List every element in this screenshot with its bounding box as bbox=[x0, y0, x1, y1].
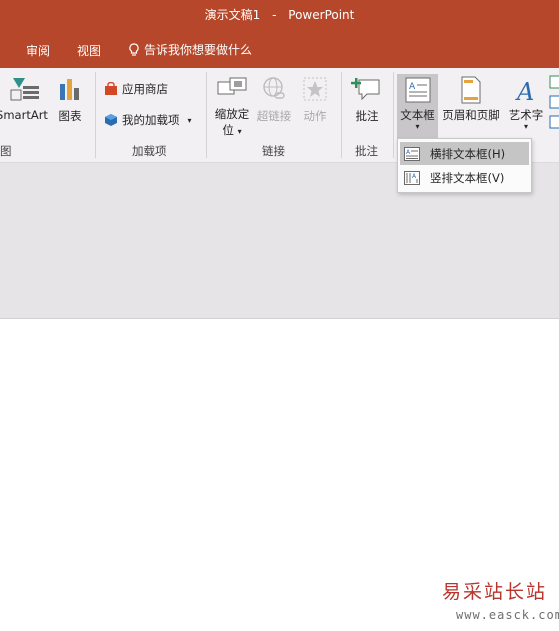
hyperlink-label: 超链接 bbox=[256, 109, 292, 123]
horizontal-textbox-icon: A bbox=[404, 146, 420, 161]
tell-me-text: 告诉我你想要做什么 bbox=[144, 43, 253, 57]
chart-label: 图表 bbox=[58, 109, 82, 123]
date-time-button[interactable] bbox=[549, 74, 559, 90]
horizontal-textbox-item[interactable]: A 横排文本框(H) bbox=[400, 142, 529, 165]
date-time-icon bbox=[549, 75, 559, 89]
store-bag-icon bbox=[105, 82, 117, 95]
wordart-icon: A bbox=[515, 78, 534, 106]
comment-label: 批注 bbox=[355, 109, 379, 123]
title-separator: - bbox=[272, 8, 277, 22]
header-footer-icon bbox=[461, 76, 481, 104]
comment-button[interactable]: 批注 bbox=[349, 76, 385, 124]
zoom-label-line1: 缩放定 bbox=[214, 107, 250, 121]
header-footer-label: 页眉和页脚 bbox=[442, 108, 500, 122]
addins-group-label: 加载项 bbox=[132, 144, 167, 158]
document-title: 演示文稿1 bbox=[204, 8, 261, 22]
textbox-dropdown-arrow-icon: ▾ bbox=[415, 122, 420, 131]
smartart-label: SmartArt bbox=[0, 108, 48, 122]
textbox-button[interactable]: A 文本框 ▾ bbox=[397, 74, 438, 140]
my-addins-label: 我的加载项 bbox=[122, 113, 180, 127]
group-divider bbox=[95, 72, 96, 158]
tab-view[interactable]: 视图 bbox=[77, 42, 101, 59]
my-addins-button[interactable]: 我的加载项 ▾ bbox=[104, 112, 192, 128]
object-icon bbox=[549, 115, 559, 129]
my-addins-dropdown-arrow-icon: ▾ bbox=[187, 115, 192, 125]
group-divider bbox=[393, 72, 394, 158]
zoom-dropdown-arrow-icon: ▾ bbox=[237, 127, 242, 136]
horizontal-textbox-label: 横排文本框(H) bbox=[430, 146, 506, 161]
chart-button[interactable]: 图表 bbox=[55, 76, 85, 124]
vertical-textbox-icon: A bbox=[404, 170, 420, 185]
site-watermark: 易采站长站 bbox=[442, 581, 548, 603]
zoom-button[interactable]: 缩放定 位 ▾ bbox=[212, 76, 252, 138]
chart-icon bbox=[60, 79, 79, 100]
svg-text:A: A bbox=[409, 82, 416, 92]
smartart-icon bbox=[10, 78, 39, 101]
action-button[interactable]: 动作 bbox=[298, 76, 332, 124]
group-divider bbox=[206, 72, 207, 158]
zoom-icon bbox=[217, 77, 247, 95]
window-title: 演示文稿1 - PowerPoint bbox=[0, 6, 559, 23]
wordart-dropdown-arrow-icon: ▾ bbox=[523, 122, 528, 131]
slide-number-icon bbox=[549, 95, 559, 109]
illustrations-group-label: 图 bbox=[0, 144, 12, 158]
app-name: PowerPoint bbox=[288, 8, 355, 22]
hyperlink-button[interactable]: 超链接 bbox=[255, 76, 293, 124]
vertical-textbox-label: 竖排文本框(V) bbox=[430, 170, 505, 185]
textbox-label: 文本框 bbox=[400, 108, 435, 122]
wordart-button[interactable]: A 艺术字 ▾ bbox=[505, 74, 547, 131]
textbox-icon: A bbox=[405, 77, 430, 103]
wordart-label: 艺术字 bbox=[508, 108, 544, 122]
site-watermark-url: www.easck.com bbox=[456, 608, 559, 622]
zoom-label-line2: 位 ▾ bbox=[222, 123, 242, 137]
action-label: 动作 bbox=[303, 109, 327, 123]
hyperlink-globe-icon bbox=[263, 77, 285, 99]
group-divider bbox=[341, 72, 342, 158]
lightbulb-icon bbox=[129, 42, 139, 56]
slide-number-button[interactable] bbox=[549, 94, 559, 110]
tab-review[interactable]: 审阅 bbox=[26, 42, 50, 59]
store-label: 应用商店 bbox=[122, 82, 168, 96]
object-button[interactable] bbox=[549, 114, 559, 130]
vertical-textbox-item[interactable]: A 竖排文本框(V) bbox=[400, 166, 529, 189]
new-comment-icon bbox=[351, 78, 380, 101]
title-bar: 演示文稿1 - PowerPoint 审阅 视图 告诉我你想要做什么 bbox=[0, 0, 559, 68]
svg-text:A: A bbox=[515, 78, 534, 104]
action-star-icon bbox=[303, 77, 327, 101]
addins-cube-icon bbox=[105, 114, 117, 126]
tell-me-search[interactable]: 告诉我你想要做什么 bbox=[128, 41, 252, 58]
store-button[interactable]: 应用商店 bbox=[104, 81, 168, 97]
smartart-button[interactable]: SmartArt bbox=[0, 76, 48, 122]
textbox-dropdown-menu: A 横排文本框(H) A 竖排文本框(V) bbox=[397, 138, 532, 193]
header-footer-button[interactable]: 页眉和页脚 bbox=[440, 74, 502, 123]
comments-group-label: 批注 bbox=[355, 144, 378, 158]
links-group-label: 链接 bbox=[262, 144, 285, 158]
